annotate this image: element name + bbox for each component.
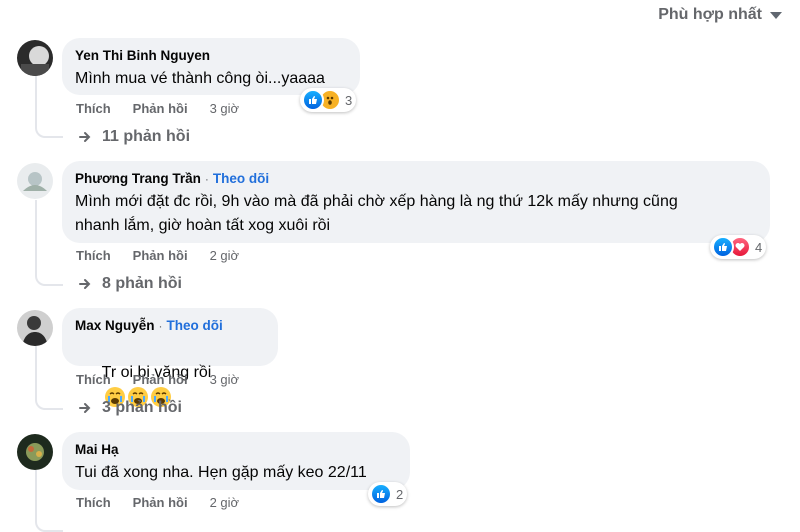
- reaction-summary[interactable]: 3: [300, 88, 357, 112]
- like-button[interactable]: Thích: [76, 248, 111, 263]
- timestamp[interactable]: 2 giờ: [210, 495, 240, 510]
- comment-bubble: Yen Thi Binh Nguyen Mình mua vé thành cô…: [62, 38, 360, 95]
- reply-button[interactable]: Phản hồi: [133, 495, 188, 510]
- reply-arrow-icon: [79, 132, 91, 142]
- comment-actions: Thích Phản hồi 3 giờ: [76, 101, 239, 116]
- timestamp[interactable]: 3 giờ: [210, 372, 240, 387]
- reaction-summary[interactable]: 4: [710, 235, 767, 259]
- comment-bubble: Max Nguyễn · Theo dõi Tr oi bị văng rồi: [62, 308, 278, 407]
- author-name[interactable]: Mai Hạ: [75, 441, 119, 459]
- reaction-summary[interactable]: 2: [368, 482, 408, 506]
- sort-dropdown[interactable]: Phù hợp nhất: [658, 6, 782, 24]
- comment-bubble: Mai Hạ Tui đã xong nha. Hẹn gặp mấy keo …: [62, 432, 410, 490]
- chevron-down-icon: [770, 11, 782, 19]
- avatar[interactable]: [17, 434, 53, 470]
- author-name[interactable]: Phương Trang Trần: [75, 170, 201, 188]
- replies-label: 11 phản hồi: [102, 128, 191, 145]
- author-name[interactable]: Max Nguyễn: [75, 317, 155, 335]
- comment-text: Tui đã xong nha. Hẹn gặp mấy keo 22/11: [75, 464, 367, 481]
- view-replies-button[interactable]: 11 phản hồi: [78, 128, 190, 146]
- reply-button[interactable]: Phản hồi: [133, 101, 188, 116]
- reply-arrow-icon: [79, 279, 91, 289]
- comment-bubble: Phương Trang Trần · Theo dõi Mình mới đặ…: [62, 161, 770, 243]
- like-reaction-icon: [712, 236, 734, 258]
- view-replies-button[interactable]: 8 phản hồi: [78, 275, 182, 293]
- comment-actions: Thích Phản hồi 3 giờ: [76, 372, 239, 387]
- comment-actions: Thích Phản hồi 2 giờ: [76, 248, 239, 263]
- comment-actions: Thích Phản hồi 2 giờ: [76, 495, 239, 510]
- reply-button[interactable]: Phản hồi: [133, 372, 188, 387]
- separator-dot: ·: [204, 172, 209, 186]
- reaction-count: 2: [396, 486, 404, 502]
- separator-dot: ·: [158, 319, 163, 333]
- like-reaction-icon: [302, 89, 324, 111]
- reaction-count: 3: [345, 92, 353, 108]
- thread-line: [35, 470, 63, 532]
- comment-text: Mình mua vé thành công òi...yaaaa: [75, 70, 325, 87]
- follow-button[interactable]: Theo dõi: [167, 317, 223, 335]
- like-button[interactable]: Thích: [76, 372, 111, 387]
- author-name[interactable]: Yen Thi Binh Nguyen: [75, 47, 210, 65]
- thread-line: [35, 200, 63, 286]
- view-replies-button[interactable]: 3 phản hồi: [78, 399, 182, 417]
- avatar[interactable]: [17, 40, 53, 76]
- timestamp[interactable]: 3 giờ: [210, 101, 240, 116]
- avatar[interactable]: [17, 163, 53, 199]
- like-button[interactable]: Thích: [76, 495, 111, 510]
- like-reaction-icon: [370, 483, 392, 505]
- avatar[interactable]: [17, 310, 53, 346]
- replies-label: 8 phản hồi: [102, 275, 182, 292]
- reply-button[interactable]: Phản hồi: [133, 248, 188, 263]
- thread-line: [35, 76, 63, 138]
- reply-arrow-icon: [79, 403, 91, 413]
- follow-button[interactable]: Theo dõi: [213, 170, 269, 188]
- sort-label: Phù hợp nhất: [658, 6, 762, 23]
- comment-text: Mình mới đặt đc rồi, 9h vào mà đã phải c…: [75, 193, 678, 234]
- replies-label: 3 phản hồi: [102, 399, 182, 416]
- reaction-count: 4: [755, 239, 763, 255]
- timestamp[interactable]: 2 giờ: [210, 248, 240, 263]
- like-button[interactable]: Thích: [76, 101, 111, 116]
- thread-line: [35, 346, 63, 410]
